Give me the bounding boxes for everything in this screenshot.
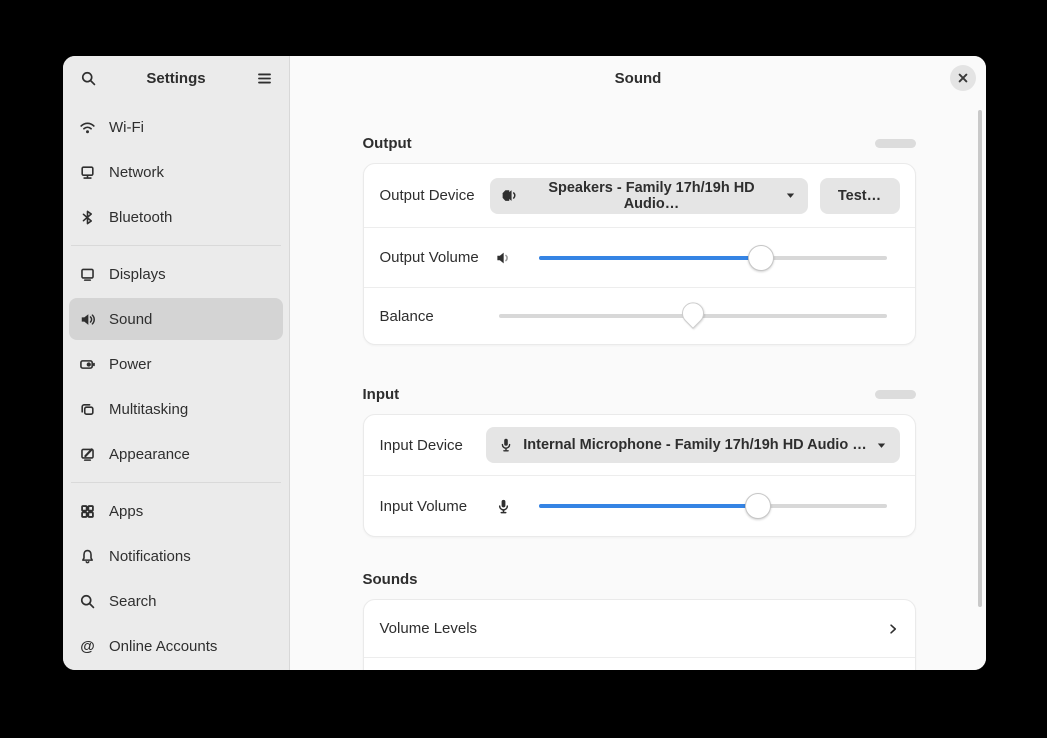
- sidebar-item-label: Notifications: [109, 548, 191, 565]
- speaker-icon: [79, 311, 96, 328]
- bluetooth-icon: [79, 209, 96, 226]
- sound-content: Output Output Device Speakers - Family 1…: [363, 134, 916, 670]
- battery-icon: [79, 356, 96, 373]
- output-volume-knob[interactable]: [748, 245, 774, 271]
- sidebar-item-sound[interactable]: Sound: [69, 298, 283, 340]
- sidebar-nav: Wi-Fi Network Bluetooth Displays: [63, 100, 289, 670]
- sidebar-separator: [71, 245, 281, 246]
- output-volume-row: Output Volume: [364, 227, 915, 287]
- output-card: Output Device Speakers - Family 17h/19h …: [363, 163, 916, 345]
- sounds-section-label: Sounds: [363, 571, 418, 588]
- sidebar-item-power[interactable]: Power: [69, 343, 283, 385]
- close-button[interactable]: [950, 65, 976, 91]
- sidebar-item-label: Online Accounts: [109, 638, 217, 655]
- input-device-row: Input Device Internal Microphone - Famil…: [364, 415, 915, 475]
- sidebar-item-label: Sound: [109, 311, 152, 328]
- input-volume-knob[interactable]: [745, 493, 771, 519]
- close-icon: [957, 72, 969, 84]
- output-device-label: Output Device: [380, 187, 490, 204]
- balance-row: Balance: [364, 287, 915, 344]
- sidebar-item-multitasking[interactable]: Multitasking: [69, 388, 283, 430]
- main-menu-button[interactable]: [249, 63, 279, 93]
- microphone-icon: [495, 498, 512, 515]
- balance-knob[interactable]: [677, 298, 708, 329]
- sidebar-item-label: Bluetooth: [109, 209, 172, 226]
- sidebar-item-appearance[interactable]: Appearance: [69, 433, 283, 475]
- sounds-card: Volume Levels: [363, 599, 916, 670]
- search-icon: [80, 70, 97, 87]
- svg-text:@: @: [80, 638, 95, 654]
- input-section: Input Input Device Internal Microphone -…: [363, 385, 916, 537]
- input-device-value: Internal Microphone - Family 17h/19h HD …: [523, 437, 866, 453]
- chevron-down-icon: [876, 440, 887, 451]
- network-icon: [79, 164, 96, 181]
- multitasking-icon: [79, 401, 96, 418]
- speaker-icon: [502, 187, 519, 204]
- volume-levels-label: Volume Levels: [380, 620, 886, 637]
- appearance-icon: [79, 446, 96, 463]
- microphone-icon: [498, 437, 514, 453]
- sidebar-item-apps[interactable]: Apps: [69, 490, 283, 532]
- volume-levels-row[interactable]: Volume Levels: [364, 600, 915, 657]
- list-item[interactable]: [364, 657, 915, 670]
- sidebar-item-label: Apps: [109, 503, 143, 520]
- output-section: Output Output Device Speakers - Family 1…: [363, 134, 916, 345]
- output-device-row: Output Device Speakers - Family 17h/19h …: [364, 164, 915, 227]
- sidebar-item-label: Network: [109, 164, 164, 181]
- sounds-section: Sounds Volume Levels: [363, 570, 916, 670]
- output-device-value: Speakers - Family 17h/19h HD Audio…: [528, 180, 776, 212]
- main-header: Sound: [290, 56, 986, 100]
- output-level-meter: [875, 139, 916, 148]
- output-device-dropdown[interactable]: Speakers - Family 17h/19h HD Audio…: [490, 178, 808, 214]
- sidebar-item-search[interactable]: Search: [69, 580, 283, 622]
- output-section-label: Output: [363, 135, 412, 152]
- balance-label: Balance: [380, 308, 499, 325]
- sound-panel: Sound Output Output Device: [290, 56, 986, 670]
- settings-window: Settings Wi-Fi Network: [63, 56, 986, 670]
- sidebar-item-bluetooth[interactable]: Bluetooth: [69, 196, 283, 238]
- input-section-label: Input: [363, 386, 400, 403]
- output-volume-slider[interactable]: [539, 245, 887, 271]
- sidebar-separator: [71, 482, 281, 483]
- sidebar-header: Settings: [63, 56, 289, 100]
- input-level-meter: [875, 390, 916, 399]
- sidebar-item-displays[interactable]: Displays: [69, 253, 283, 295]
- sidebar-item-wifi[interactable]: Wi-Fi: [69, 106, 283, 148]
- bell-icon: [79, 548, 96, 565]
- volume-medium-icon: [494, 249, 512, 267]
- sidebar-item-label: Multitasking: [109, 401, 188, 418]
- input-device-label: Input Device: [380, 437, 486, 454]
- sidebar-item-network[interactable]: Network: [69, 151, 283, 193]
- balance-slider[interactable]: [499, 303, 887, 329]
- wifi-icon: [79, 119, 96, 136]
- chevron-down-icon: [785, 190, 796, 201]
- sidebar-item-label: Power: [109, 356, 152, 373]
- input-device-dropdown[interactable]: Internal Microphone - Family 17h/19h HD …: [486, 427, 900, 463]
- vertical-scrollbar[interactable]: [978, 110, 982, 607]
- sidebar-item-online-accounts[interactable]: @ Online Accounts: [69, 625, 283, 667]
- search-icon: [79, 593, 96, 610]
- test-speakers-button[interactable]: Test…: [820, 178, 900, 214]
- sidebar: Settings Wi-Fi Network: [63, 56, 290, 670]
- output-volume-label: Output Volume: [380, 249, 494, 266]
- sidebar-item-label: Appearance: [109, 446, 190, 463]
- page-title: Sound: [615, 70, 662, 87]
- display-icon: [79, 266, 96, 283]
- sidebar-item-label: Wi-Fi: [109, 119, 144, 136]
- input-card: Input Device Internal Microphone - Famil…: [363, 414, 916, 537]
- sidebar-item-notifications[interactable]: Notifications: [69, 535, 283, 577]
- input-volume-label: Input Volume: [380, 498, 495, 515]
- apps-grid-icon: [79, 503, 96, 520]
- sidebar-item-label: Displays: [109, 266, 166, 283]
- input-volume-slider[interactable]: [539, 493, 887, 519]
- chevron-right-icon: [886, 622, 900, 636]
- sidebar-item-label: Search: [109, 593, 157, 610]
- hamburger-menu-icon: [256, 70, 273, 87]
- sidebar-title: Settings: [103, 70, 249, 87]
- at-sign-icon: @: [79, 638, 96, 655]
- search-button[interactable]: [73, 63, 103, 93]
- input-volume-row: Input Volume: [364, 475, 915, 536]
